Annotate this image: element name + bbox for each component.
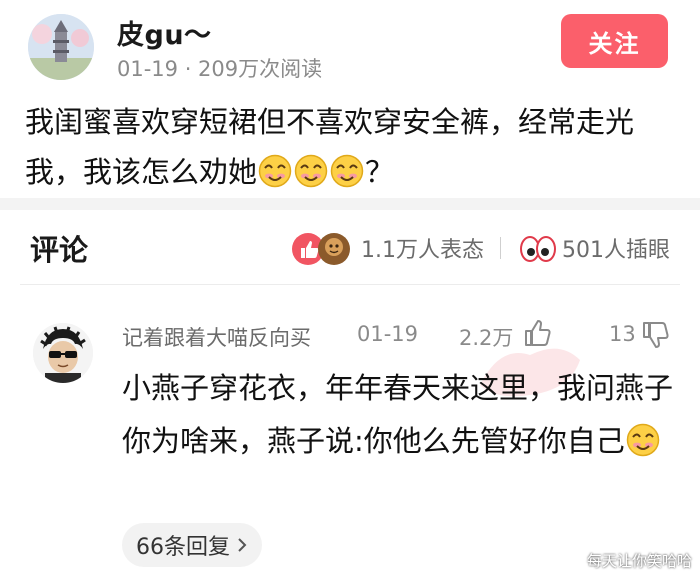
- reactions-count[interactable]: 1.1万人表态: [361, 232, 484, 264]
- replies-label: 66条回复: [136, 535, 230, 560]
- author-name[interactable]: 皮gu～: [117, 13, 212, 52]
- eyes-icon[interactable]: [519, 234, 557, 264]
- comment-body: 小燕子穿花衣，年年春天来这里，我问燕子你为啥来，燕子说:你他么先管好你自己: [122, 362, 682, 468]
- follow-button[interactable]: 关注: [561, 14, 668, 68]
- smile-emoji-icon: [294, 154, 328, 188]
- comments-header: 评论 1.1万人表态 501人插眼: [0, 210, 700, 284]
- commenter-avatar[interactable]: [33, 323, 93, 383]
- eyes-count[interactable]: 501人插眼: [562, 232, 670, 264]
- thumbs-down-icon[interactable]: [641, 320, 669, 350]
- divider: [20, 284, 680, 285]
- comment-text: 小燕子穿花衣，年年春天来这里，我问燕子你为啥来，燕子说:你他么先管好你自己: [122, 371, 674, 458]
- smile-emoji-icon: [626, 423, 660, 457]
- view-replies-button[interactable]: 66条回复: [122, 523, 262, 567]
- author-avatar[interactable]: [28, 14, 94, 80]
- post-header: 皮gu～ 01-19 · 209万次阅读 关注: [0, 0, 700, 96]
- post-meta: 01-19 · 209万次阅读: [117, 57, 323, 81]
- dislike-count: 13: [609, 322, 636, 346]
- comments-title: 评论: [30, 233, 89, 267]
- reaction-icons[interactable]: [291, 231, 353, 267]
- watermark: 每天让你笑哈哈: [586, 552, 692, 570]
- commenter-name[interactable]: 记着跟着大喵反向买: [122, 322, 311, 352]
- smile-emoji-icon: [258, 154, 292, 188]
- chevron-right-icon: [238, 538, 247, 552]
- header-separator: [500, 237, 501, 259]
- section-divider: [0, 198, 700, 210]
- comment-date: 01-19: [357, 322, 419, 346]
- smile-emoji-icon: [330, 154, 364, 188]
- post-body: 我闺蜜喜欢穿短裙但不喜欢穿安全裤，经常走光我，我该怎么劝她？: [25, 97, 670, 197]
- post-text-suffix: ？: [365, 155, 395, 189]
